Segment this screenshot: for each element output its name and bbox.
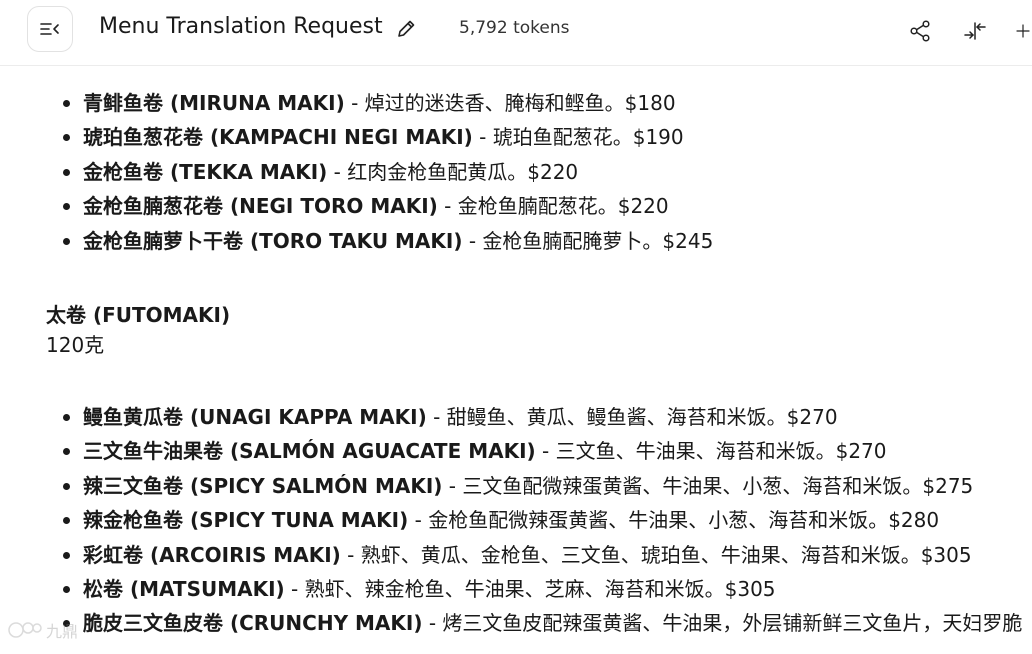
sidebar-toggle-icon [40,23,59,35]
watermark-text: 九鼎 [46,622,79,641]
item-name: 辣金枪鱼卷 (SPICY TUNA MAKI) [83,508,409,533]
edit-title-button[interactable] [393,16,419,42]
section-heading: 太卷 (FUTOMAKI) [46,303,231,328]
list-item: 辣三文鱼卷 (SPICY SALMÓN MAKI) - 三文鱼配微辣蛋黄酱、牛油… [63,469,1032,503]
list-item: 金枪鱼腩萝卜干卷 (TORO TAKU MAKI) - 金枪鱼腩配腌萝卜。$24… [63,224,1032,258]
token-count: 5,792 tokens [459,18,570,38]
watermark-logo-icon [8,622,42,638]
collapse-icon [964,22,986,40]
message-content: 青鲱鱼卷 (MIRUNA MAKI) - 焯过的迷迭香、腌梅和鲣鱼。$180 琥… [46,86,1032,654]
item-name: 三文鱼牛油果卷 (SALMÓN AGUACATE MAKI) [83,439,536,464]
item-name: 金枪鱼腩葱花卷 (NEGI TORO MAKI) [83,194,438,219]
item-name: 金枪鱼卷 (TEKKA MAKI) [83,159,328,184]
menu-list-futomaki: 鳗鱼黄瓜卷 (UNAGI KAPPA MAKI) - 甜鳗鱼、黄瓜、鳗鱼酱、海苔… [46,400,1032,641]
item-description: - 三文鱼、牛油果、海苔和米饭。$270 [535,439,887,464]
item-name: 青鲱鱼卷 (MIRUNA MAKI) [83,91,345,115]
list-item: 辣金枪鱼卷 (SPICY TUNA MAKI) - 金枪鱼配微辣蛋黄酱、牛油果、… [63,503,1032,537]
menu-list-hosomaki: 青鲱鱼卷 (MIRUNA MAKI) - 焯过的迷迭香、腌梅和鲣鱼。$180 琥… [46,86,1032,258]
list-item: 金枪鱼卷 (TEKKA MAKI) - 红肉金枪鱼配黄瓜。$220 [63,155,1032,189]
item-description: - 金枪鱼腩配葱花。$220 [437,194,669,219]
document-title[interactable]: Menu Translation Request [99,14,383,39]
item-description: - 金枪鱼腩配腌萝卜。$245 [462,228,714,253]
item-name: 辣三文鱼卷 (SPICY SALMÓN MAKI) [83,473,443,498]
item-name: 鳗鱼黄瓜卷 (UNAGI KAPPA MAKI) [83,405,427,430]
list-item: 琥珀鱼葱花卷 (KAMPACHI NEGI MAKI) - 琥珀鱼配葱花。$19… [63,120,1032,154]
share-button[interactable] [906,17,934,45]
item-name: 松卷 (MATSUMAKI) [83,577,285,602]
list-item: 青鲱鱼卷 (MIRUNA MAKI) - 焯过的迷迭香、腌梅和鲣鱼。$180 [63,86,1032,120]
share-icon [910,20,930,42]
section-subheading: 120克 [46,333,105,358]
item-description: - 焯过的迷迭香、腌梅和鲣鱼。$180 [344,91,676,115]
item-description: - 三文鱼配微辣蛋黄酱、牛油果、小葱、海苔和米饭。$275 [442,473,974,498]
item-description: - 红肉金枪鱼配黄瓜。$220 [327,159,579,184]
item-description: - 金枪鱼配微辣蛋黄酱、牛油果、小葱、海苔和米饭。$280 [408,508,940,533]
item-name: 脆皮三文鱼皮卷 (CRUNCHY MAKI) [83,611,423,636]
item-name: 金枪鱼腩萝卜干卷 (TORO TAKU MAKI) [83,228,463,253]
item-description: - 熟虾、黄瓜、金枪鱼、三文鱼、琥珀鱼、牛油果、海苔和米饭。$305 [340,542,972,567]
pencil-icon [398,20,415,37]
item-name: 琥珀鱼葱花卷 (KAMPACHI NEGI MAKI) [83,125,473,150]
plus-icon [1016,24,1030,38]
list-item: 彩虹卷 (ARCOIRIS MAKI) - 熟虾、黄瓜、金枪鱼、三文鱼、琥珀鱼、… [63,538,1032,572]
item-description: - 熟虾、辣金枪鱼、牛油果、芝麻、海苔和米饭。$305 [284,577,776,602]
item-description: - 琥珀鱼配葱花。$190 [472,125,684,150]
top-bar: Menu Translation Request 5,792 tokens [0,0,1032,66]
list-item: 松卷 (MATSUMAKI) - 熟虾、辣金枪鱼、牛油果、芝麻、海苔和米饭。$3… [63,572,1032,606]
new-chat-button[interactable] [1014,17,1032,45]
item-name: 彩虹卷 (ARCOIRIS MAKI) [83,542,341,567]
list-item: 鳗鱼黄瓜卷 (UNAGI KAPPA MAKI) - 甜鳗鱼、黄瓜、鳗鱼酱、海苔… [63,400,1032,434]
list-item: 三文鱼牛油果卷 (SALMÓN AGUACATE MAKI) - 三文鱼、牛油果… [63,434,1032,468]
item-description: - 烤三文鱼皮配辣蛋黄酱、牛油果，外层铺新鲜三文鱼片，天妇罗脆 [422,611,1023,636]
sidebar-toggle-button[interactable] [27,6,73,52]
list-item: 金枪鱼腩葱花卷 (NEGI TORO MAKI) - 金枪鱼腩配葱花。$220 [63,189,1032,223]
collapse-button[interactable] [961,17,989,45]
list-item: 脆皮三文鱼皮卷 (CRUNCHY MAKI) - 烤三文鱼皮配辣蛋黄酱、牛油果，… [63,606,1032,640]
item-description: - 甜鳗鱼、黄瓜、鳗鱼酱、海苔和米饭。$270 [426,405,838,430]
watermark: 九鼎 [6,618,78,642]
